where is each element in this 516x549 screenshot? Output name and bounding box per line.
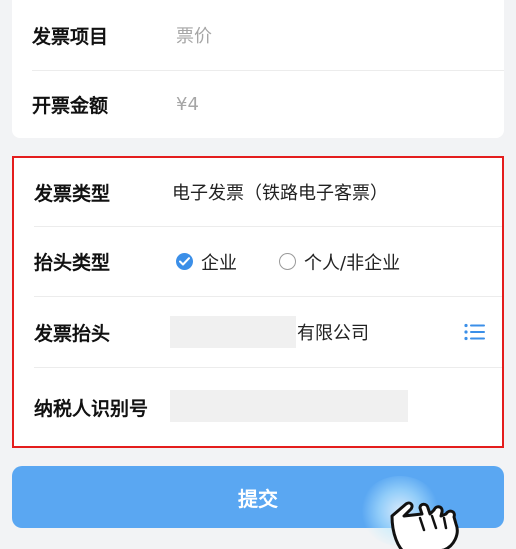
circle-icon: [279, 253, 296, 270]
title-type-row: 抬头类型 企业 个人/非企业: [14, 227, 502, 296]
invoice-item-label: 发票项目: [32, 25, 109, 48]
title-type-option-label: 个人/非企业: [304, 252, 401, 274]
tax-id-input[interactable]: [170, 390, 408, 422]
title-type-option-enterprise[interactable]: 企业: [176, 249, 237, 275]
invoice-title-suffix: 有限公司: [297, 323, 369, 344]
check-circle-icon: [176, 253, 193, 270]
invoice-summary-card: 发票项目 票价 开票金额 ¥4: [12, 0, 504, 138]
invoice-type-value: 电子发票（铁路电子客票）: [172, 183, 388, 204]
invoice-title-label: 发票抬头: [34, 322, 111, 345]
invoice-title-input[interactable]: [170, 316, 296, 348]
submit-button[interactable]: 提交: [12, 466, 504, 528]
invoice-form-card: 发票类型 电子发票（铁路电子客票） 抬头类型 企业 个人/非企业 发票抬头 有限…: [12, 156, 504, 448]
tax-id-label: 纳税人识别号: [34, 397, 149, 420]
invoice-amount-row: 开票金额 ¥4: [12, 71, 504, 138]
invoice-item-value: 票价: [176, 26, 212, 47]
title-type-option-label: 企业: [201, 252, 237, 274]
title-type-label: 抬头类型: [34, 252, 111, 274]
invoice-type-row: 发票类型 电子发票（铁路电子客票）: [14, 158, 502, 226]
invoice-amount-value: ¥4: [176, 94, 199, 115]
invoice-amount-label: 开票金额: [32, 95, 109, 117]
list-icon[interactable]: [464, 323, 486, 341]
invoice-type-label: 发票类型: [34, 182, 111, 205]
invoice-title-row: 发票抬头 有限公司: [14, 297, 502, 367]
tax-id-row: 纳税人识别号: [14, 368, 502, 446]
title-type-radio-group: 企业 个人/非企业: [176, 249, 442, 275]
invoice-item-row: 发票项目 票价: [12, 0, 504, 70]
title-type-option-personal[interactable]: 个人/非企业: [279, 249, 400, 275]
